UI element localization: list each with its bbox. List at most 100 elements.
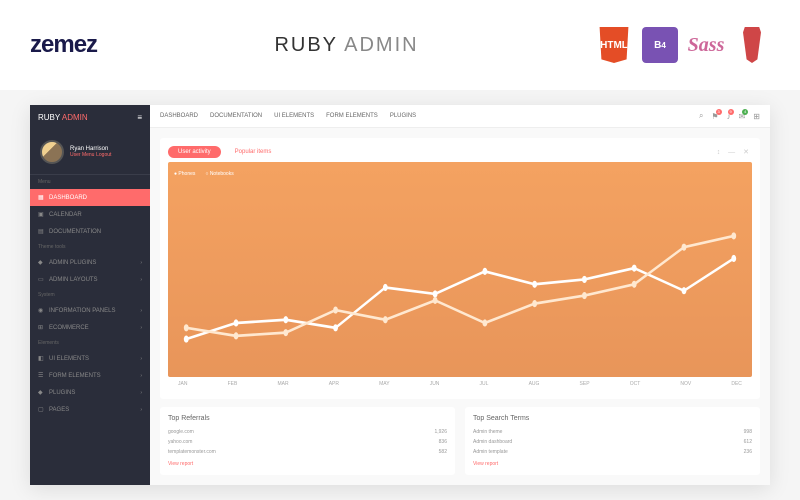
sidebar-item-form[interactable]: ☰FORM ELEMENTS› [30, 367, 150, 384]
chart-svg [168, 180, 752, 395]
section-system: System [30, 288, 150, 302]
dots-notebooks [184, 232, 736, 339]
chevron-right-icon: › [140, 277, 142, 283]
flag-badge: 3 [716, 109, 722, 115]
nav-ui[interactable]: UI ELEMENTS [274, 113, 314, 119]
legend-notebooks: ○ Notebooks [205, 171, 233, 177]
sidebar-item-ecommerce[interactable]: ⊞ECOMMERCE› [30, 319, 150, 336]
table-row: Admin dashboard612 [473, 437, 752, 447]
topnav: DASHBOARD DOCUMENTATION UI ELEMENTS FORM… [150, 105, 770, 128]
banner-title-ruby: RUBY [274, 34, 337, 56]
chevron-right-icon: › [140, 407, 142, 413]
sidebar-item-admin-plugins[interactable]: ◆ADMIN PLUGINS› [30, 254, 150, 271]
dashboard-icon: ▦ [38, 194, 44, 201]
nav-dashboard[interactable]: DASHBOARD [160, 113, 198, 119]
bell-icon[interactable]: ♪9 [727, 112, 731, 121]
sidebar-brand: RUBY ADMIN [38, 113, 88, 122]
sidebar-header: RUBY ADMIN ≡ [30, 105, 150, 130]
tab-user-activity[interactable]: User activity [168, 146, 221, 158]
dots-phones [184, 255, 736, 343]
sidebar-item-admin-layouts[interactable]: ▭ADMIN LAYOUTS› [30, 271, 150, 288]
search-icon[interactable]: ⌕ [699, 111, 703, 121]
calendar-icon: ▣ [38, 211, 44, 218]
user-meta: User Menu Logout [70, 152, 111, 158]
doc-icon: ▤ [38, 228, 44, 235]
logout-link[interactable]: Logout [96, 152, 111, 158]
chevron-right-icon: › [140, 308, 142, 314]
section-menu: Menu [30, 175, 150, 189]
legend-phones: ● Phones [174, 171, 195, 177]
brand-ruby: RUBY [38, 113, 60, 122]
form-icon: ☰ [38, 372, 44, 379]
promo-banner: zemez RUBY ADMIN HTML B4 Sass [0, 0, 800, 90]
chart-card: User activity Popular items ↕ — ✕ ● Phon… [160, 138, 760, 399]
brand-admin: ADMIN [62, 113, 88, 122]
html5-icon: HTML [596, 27, 632, 63]
sidebar-item-plugins[interactable]: ◆PLUGINS› [30, 384, 150, 401]
referrals-rows: google.com1,926yahoo.com836templatemonst… [168, 427, 447, 457]
chart-area: ● Phones ○ Notebooks [168, 162, 752, 377]
chart-tools[interactable]: ↕ — ✕ [717, 148, 752, 156]
banner-title-admin: ADMIN [344, 34, 418, 56]
main-area: DASHBOARD DOCUMENTATION UI ELEMENTS FORM… [150, 105, 770, 485]
zemez-logo: zemez [30, 31, 97, 59]
user-block: Ryan Harrison User Menu Logout [30, 130, 150, 175]
gulp-icon [734, 27, 770, 63]
table-row: templatemonster.com582 [168, 447, 447, 457]
nav-icons: ⌕ ⚑3 ♪9 ✉4 ⊞ [699, 111, 760, 121]
info-icon: ◉ [38, 307, 44, 314]
sidebar-item-pages[interactable]: ▢PAGES› [30, 401, 150, 418]
nav-plugins[interactable]: PLUGINS [390, 113, 416, 119]
table-row: google.com1,926 [168, 427, 447, 437]
top-referrals-card: Top Referrals google.com1,926yahoo.com83… [160, 407, 455, 475]
section-elements: Elements [30, 336, 150, 350]
search-rows: Admin theme998Admin dashboard612Admin te… [473, 427, 752, 457]
chevron-right-icon: › [140, 260, 142, 266]
mail-badge: 4 [742, 109, 748, 115]
user-menu-link[interactable]: User Menu [70, 152, 94, 158]
bottom-row: Top Referrals google.com1,926yahoo.com83… [160, 407, 760, 475]
chevron-right-icon: › [140, 325, 142, 331]
bell-badge: 9 [728, 109, 734, 115]
nav-documentation[interactable]: DOCUMENTATION [210, 113, 262, 119]
avatar[interactable] [40, 140, 64, 164]
table-row: Admin theme998 [473, 427, 752, 437]
sidebar-item-calendar[interactable]: ▣CALENDAR [30, 206, 150, 223]
user-info: Ryan Harrison User Menu Logout [70, 146, 111, 158]
chart-legend: ● Phones ○ Notebooks [168, 168, 752, 180]
search-view-report[interactable]: View report [473, 461, 752, 467]
sidebar-item-info-panels[interactable]: ◉INFORMATION PANELS› [30, 302, 150, 319]
table-row: Admin template236 [473, 447, 752, 457]
chart-tabs: User activity Popular items ↕ — ✕ [168, 146, 752, 158]
content: User activity Popular items ↕ — ✕ ● Phon… [150, 128, 770, 485]
chevron-right-icon: › [140, 373, 142, 379]
nav-form[interactable]: FORM ELEMENTS [326, 113, 378, 119]
section-theme: Theme tools [30, 240, 150, 254]
bootstrap-icon: B4 [642, 27, 678, 63]
tab-popular-items[interactable]: Popular items [225, 146, 282, 158]
cart-icon: ⊞ [38, 324, 44, 331]
mail-icon[interactable]: ✉4 [739, 112, 746, 121]
sass-icon: Sass [688, 27, 724, 63]
sidebar-item-dashboard[interactable]: ▦DASHBOARD [30, 189, 150, 206]
hamburger-icon[interactable]: ≡ [137, 113, 142, 122]
referrals-title: Top Referrals [168, 415, 447, 422]
plugin-icon: ◆ [38, 259, 44, 266]
pages-icon: ▢ [38, 406, 44, 413]
plugins-icon: ◆ [38, 389, 44, 396]
dashboard-preview: RUBY ADMIN ≡ Ryan Harrison User Menu Log… [30, 105, 770, 485]
banner-title: RUBY ADMIN [127, 34, 566, 57]
ui-icon: ◧ [38, 355, 44, 362]
chevron-right-icon: › [140, 356, 142, 362]
chevron-right-icon: › [140, 390, 142, 396]
sidebar-item-documentation[interactable]: ▤DOCUMENTATION [30, 223, 150, 240]
referrals-view-report[interactable]: View report [168, 461, 447, 467]
grid-icon[interactable]: ⊞ [753, 112, 760, 121]
flag-icon[interactable]: ⚑3 [711, 112, 718, 121]
layout-icon: ▭ [38, 276, 44, 283]
table-row: yahoo.com836 [168, 437, 447, 447]
search-title: Top Search Terms [473, 415, 752, 422]
top-search-card: Top Search Terms Admin theme998Admin das… [465, 407, 760, 475]
sidebar-item-ui[interactable]: ◧UI ELEMENTS› [30, 350, 150, 367]
tech-icons-row: HTML B4 Sass [596, 27, 770, 63]
